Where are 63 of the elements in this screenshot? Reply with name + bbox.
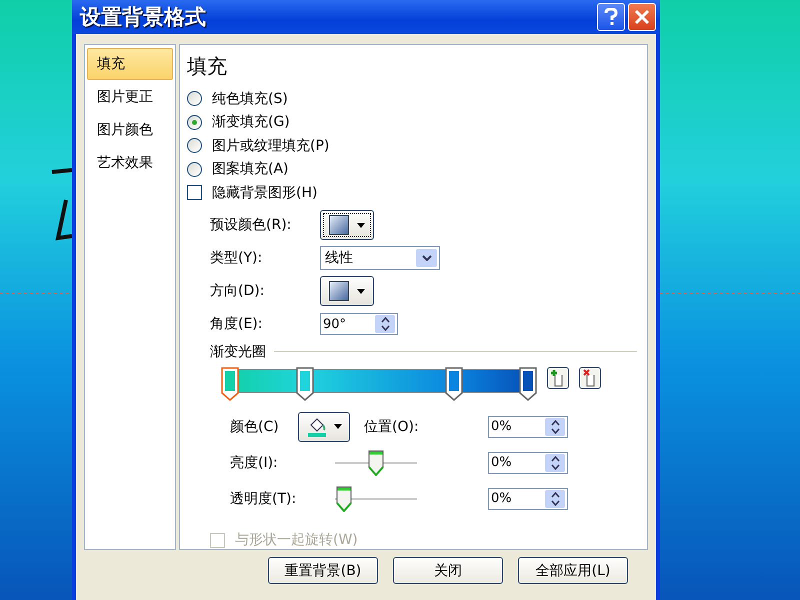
field-label: 角度(E): [210,315,264,333]
help-button[interactable] [597,3,625,31]
caret-icon [357,288,365,294]
preset-colors-dropdown[interactable] [320,210,374,240]
sidebar-item[interactable]: 图片颜色 [87,114,173,146]
color-dropdown[interactable] [298,412,350,442]
field-label: 透明度(T): [230,490,298,508]
add-stop-button[interactable] [547,366,569,388]
dialog-button[interactable]: 重置背景(B) [268,557,378,584]
angle-spinner[interactable]: 90° [320,313,398,335]
radio-label: 图片或纹理填充(P) [212,136,330,155]
radio-button[interactable] [187,114,202,130]
brightness-spinner[interactable]: 0% [488,452,568,474]
dialog-button[interactable]: 关闭 [393,557,503,584]
chevron-down-icon [422,255,432,261]
spin-arrows-icon [550,420,560,434]
field-label: 预设颜色(R): [210,216,292,234]
gradient-swatch-icon [329,281,349,301]
gradient-stop-handle[interactable] [221,366,239,400]
radio-button[interactable] [187,138,202,154]
sidebar-item[interactable]: 图片更正 [87,81,173,113]
slider-thumb[interactable] [367,450,385,476]
spin-arrows-icon [550,492,560,506]
field-label: 方向(D): [210,282,266,300]
gradient-stop-handle[interactable] [296,366,314,400]
gradient-stops-slider[interactable] [221,366,537,400]
section-label: 渐变光圈 [210,342,266,360]
transparency-spinner[interactable]: 0% [488,488,568,510]
remove-stop-button[interactable] [579,366,601,388]
radio-label: 纯色填充(S) [212,90,288,108]
radio-button[interactable] [187,91,202,106]
caret-icon [334,424,342,429]
close-button[interactable] [628,3,656,31]
type-dropdown[interactable]: 线性 [320,246,440,270]
gradient-stop-handle[interactable] [444,366,462,400]
panel-heading: 填充 [187,53,228,80]
transparency-slider[interactable] [335,486,417,512]
field-label: 颜色(C) [230,418,280,436]
radio-label: 图案填充(A) [212,160,289,178]
brightness-slider[interactable] [335,450,417,476]
radio-label: 渐变填充(G) [212,113,290,132]
dialog-button[interactable]: 全部应用(L) [518,557,628,584]
checkbox-label: 与形状一起旋转(W) [235,531,358,550]
radio-button[interactable] [187,162,202,177]
close-icon [634,9,650,25]
spin-arrows-icon [380,317,390,331]
help-icon [603,8,619,26]
caret-icon [357,222,365,228]
slider-thumb[interactable] [335,486,353,512]
checkbox-label: 隐藏背景图形(H) [212,184,318,202]
sidebar-item[interactable]: 艺术效果 [87,147,173,179]
position-spinner[interactable]: 0% [488,416,568,438]
field-label: 位置(O): [364,418,419,436]
window-title: 设置背景格式 [80,4,207,31]
gradient-swatch-icon [329,215,349,235]
direction-dropdown[interactable] [320,276,374,306]
gradient-stop-handle[interactable] [519,366,537,400]
field-label: 亮度(I): [230,454,279,472]
sidebar-item[interactable]: 填充 [87,48,173,80]
field-label: 类型(Y): [210,249,264,267]
paint-bucket-icon [306,416,326,436]
checkbox[interactable] [187,185,202,200]
spin-arrows-icon [550,456,560,470]
